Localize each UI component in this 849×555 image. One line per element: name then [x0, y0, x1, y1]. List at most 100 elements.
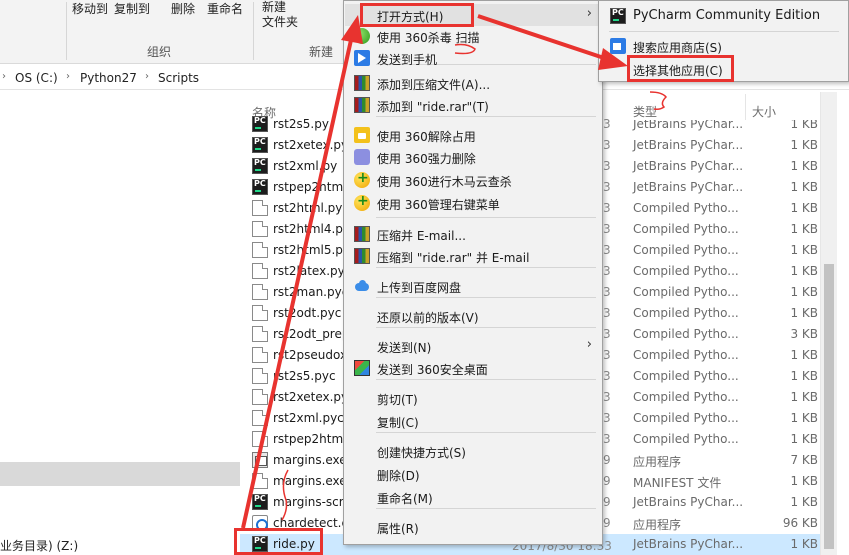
annotation-box-open-with: [360, 3, 474, 27]
date-fragment: 3: [603, 180, 611, 194]
date-fragment: 3: [603, 243, 611, 257]
file-name: rst2s5.py: [273, 117, 329, 131]
date-fragment: 9: [603, 453, 611, 467]
column-header-size[interactable]: 大小: [752, 103, 776, 120]
file-name: rst2latex.pyc: [273, 264, 352, 278]
context-menu-item[interactable]: 重命名(M): [345, 486, 601, 508]
context-menu-item[interactable]: 使用 360杀毒 扫描: [345, 25, 601, 47]
context-menu-item[interactable]: 添加到压缩文件(A)...: [345, 72, 601, 94]
date-fragment: 3: [603, 348, 611, 362]
date-fragment: 3: [603, 222, 611, 236]
context-menu-item[interactable]: 发送到(N) ›: [345, 335, 601, 357]
context-menu-item[interactable]: 使用 360解除占用: [345, 124, 601, 146]
file-name: rst2xml.py: [273, 159, 338, 173]
pycharm-icon: [252, 158, 268, 174]
file-icon: [252, 410, 268, 426]
navigation-pane: 业务目录) (Z:): [0, 92, 240, 555]
breadcrumb-scripts[interactable]: Scripts: [158, 71, 199, 85]
pycharm-icon: [252, 137, 268, 153]
copy-to-button[interactable]: 复制到: [114, 0, 150, 17]
file-type: Compiled Pytho...: [633, 390, 739, 404]
vertical-scrollbar[interactable]: [820, 92, 837, 555]
file-size: 1 KB: [790, 285, 818, 299]
file-icon: [252, 389, 268, 405]
breadcrumb-python27[interactable]: Python27: [80, 71, 137, 85]
submenu-item-pycharm[interactable]: PyCharm Community Edition: [600, 4, 848, 28]
file-type: JetBrains PyChar...: [633, 495, 744, 509]
menu-item-label: 重命名(M): [377, 492, 433, 506]
menu-item-label: 压缩并 E-mail...: [377, 229, 466, 243]
file-size: 3 KB: [790, 327, 818, 341]
file-icon: [252, 221, 268, 237]
context-menu-item[interactable]: 发送到 360安全桌面: [345, 357, 601, 379]
nav-selected-item[interactable]: [0, 462, 240, 486]
date-fragment: 9: [603, 516, 611, 530]
context-menu-item[interactable]: 压缩到 "ride.rar" 并 E-mail: [345, 245, 601, 267]
submenu-item-label: PyCharm Community Edition: [633, 8, 821, 23]
file-type: Compiled Pytho...: [633, 243, 739, 257]
context-menu-item[interactable]: 使用 360进行木马云查杀: [345, 169, 601, 191]
context-menu-item[interactable]: 发送到手机: [345, 47, 601, 69]
file-size: 1 KB: [790, 474, 818, 488]
context-menu-item[interactable]: 压缩并 E-mail...: [345, 223, 601, 245]
new-folder-label-line2: 文件夹: [262, 15, 299, 29]
context-menu-item[interactable]: 复制(C): [345, 410, 601, 432]
column-header-type[interactable]: 类型: [633, 103, 657, 120]
submenu-arrow-icon: ›: [586, 337, 592, 352]
file-icon: [252, 305, 268, 321]
file-size: 1 KB: [790, 243, 818, 257]
submenu-item-label: 搜索应用商店(S): [633, 41, 722, 55]
annotation-box-choose-other-app: [627, 55, 734, 82]
date-fragment: 3: [603, 306, 611, 320]
column-divider[interactable]: [745, 94, 746, 120]
group-new-label: 新建: [309, 45, 334, 59]
date-fragment: 3: [603, 390, 611, 404]
context-menu-item[interactable]: 创建快捷方式(S): [345, 440, 601, 462]
nav-item-network-drive[interactable]: 业务目录) (Z:): [0, 537, 78, 554]
menu-item-label: 发送到 360安全桌面: [377, 363, 488, 377]
move-to-button[interactable]: 移动到: [72, 0, 108, 17]
context-menu-item[interactable]: 剪切(T): [345, 387, 601, 409]
rename-button[interactable]: 重命名: [207, 0, 243, 17]
file-size: 1 KB: [790, 537, 818, 551]
scrollbar-thumb[interactable]: [824, 264, 834, 549]
file-type: Compiled Pytho...: [633, 432, 739, 446]
delete-button[interactable]: 删除: [171, 0, 195, 17]
file-icon: [252, 200, 268, 216]
file-type: Compiled Pytho...: [633, 348, 739, 362]
context-menu-item[interactable]: 使用 360强力删除: [345, 146, 601, 168]
file-icon: [252, 368, 268, 384]
context-menu-item[interactable]: 属性(R): [345, 516, 601, 538]
file-type: Compiled Pytho...: [633, 369, 739, 383]
menu-divider: [376, 379, 596, 380]
winrar-icon: [354, 226, 370, 242]
context-menu-item[interactable]: 还原以前的版本(V): [345, 305, 601, 327]
file-size: 1 KB: [790, 180, 818, 194]
menu-item-label: 删除(D): [377, 469, 420, 483]
menu-item-label: 创建快捷方式(S): [377, 446, 466, 460]
file-type: JetBrains PyChar...: [633, 537, 744, 551]
file-size: 1 KB: [790, 369, 818, 383]
file-size: 1 KB: [790, 138, 818, 152]
file-type: JetBrains PyChar...: [633, 159, 744, 173]
context-menu-item[interactable]: 使用 360管理右键菜单: [345, 192, 601, 214]
cloud-scan-360-icon: [354, 170, 370, 188]
exe-icon: [252, 452, 268, 468]
new-folder-button[interactable]: 新建 文件夹: [262, 0, 298, 30]
context-menu-item[interactable]: 删除(D): [345, 463, 601, 485]
menu-item-label: 压缩到 "ride.rar" 并 E-mail: [377, 251, 530, 265]
menu-item-label: 发送到(N): [377, 341, 432, 355]
menu-item-label: 使用 360杀毒 扫描: [377, 31, 480, 45]
context-menu-item[interactable]: 添加到 "ride.rar"(T): [345, 94, 601, 116]
file-name: rst2xml.pyc: [273, 411, 344, 425]
ribbon-divider: [253, 2, 254, 60]
menu-divider: [376, 267, 596, 268]
annotation-box-ride-file: [234, 528, 323, 555]
context-menu: 打开方式(H) › 使用 360杀毒 扫描 发送到手机 添加到压缩文件(A)... 添加到…: [343, 0, 603, 545]
menu-divider: [376, 217, 596, 218]
file-size: 1 KB: [790, 432, 818, 446]
context-menu-item[interactable]: 上传到百度网盘: [345, 275, 601, 297]
breadcrumb-drive[interactable]: OS (C:): [15, 71, 58, 85]
pycharm-icon: [252, 494, 268, 510]
window-edge: [837, 92, 849, 555]
